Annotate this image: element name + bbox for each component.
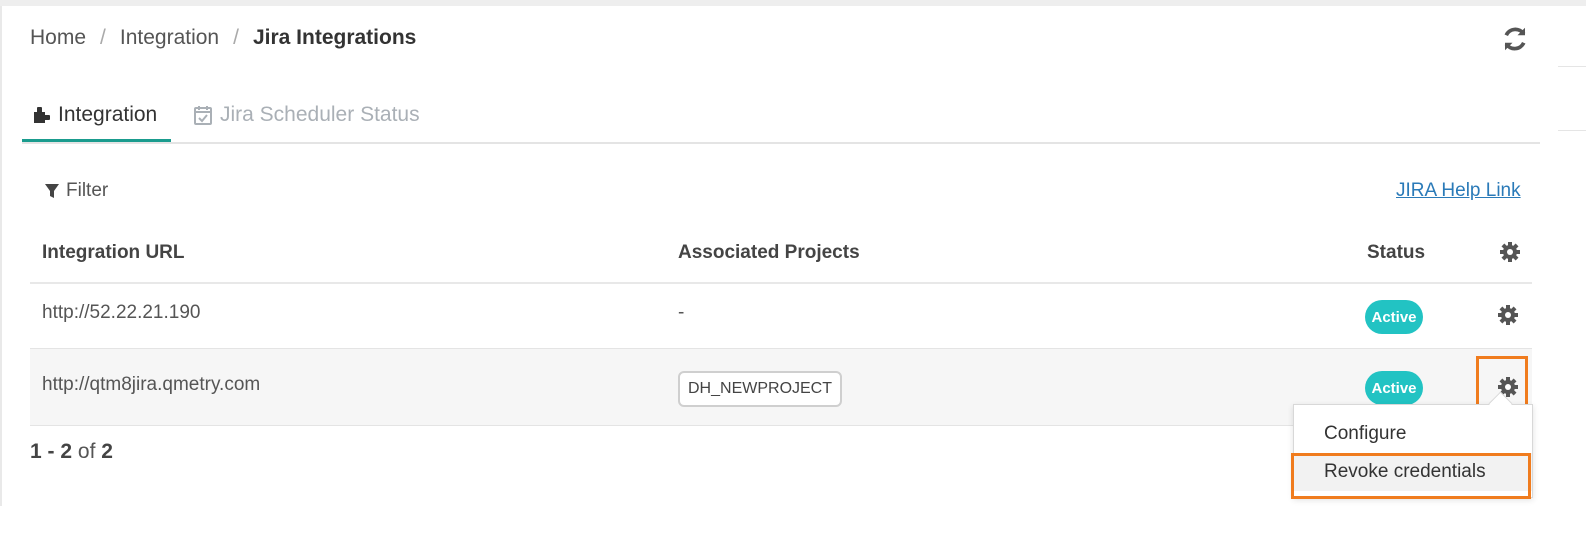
table-row: http://52.22.21.190 - Active (30, 284, 1532, 349)
column-header-status: Status (1367, 242, 1426, 263)
pagination-of: of (77, 440, 96, 463)
configure-menu-item[interactable]: Configure (1294, 415, 1532, 453)
integration-url: http://qtm8jira.qmetry.com (42, 374, 261, 395)
status-badge: Active (1365, 371, 1423, 405)
gear-icon[interactable] (1498, 305, 1518, 325)
filter-button[interactable]: Filter (44, 180, 108, 202)
pagination-summary: 1 - 2 of 2 (30, 440, 113, 464)
divider-line (1558, 66, 1586, 67)
window-left-border (0, 6, 2, 506)
row-actions-menu: Configure Revoke credentials (1293, 404, 1533, 498)
pagination-from: 1 (30, 440, 42, 463)
jira-help-link[interactable]: JIRA Help Link (1396, 180, 1521, 202)
integration-url: http://52.22.21.190 (42, 302, 201, 323)
pagination-total: 2 (101, 440, 113, 463)
status-badge: Active (1365, 300, 1423, 334)
tab-label: Jira Scheduler Status (220, 103, 420, 126)
tab-bar: Integration Jira Scheduler Status (22, 90, 1540, 144)
breadcrumb-separator: / (100, 26, 106, 49)
project-tag: DH_NEWPROJECT (678, 371, 843, 407)
pagination-to: 2 (60, 440, 73, 463)
calendar-check-icon (194, 106, 212, 125)
revoke-credentials-menu-item[interactable]: Revoke credentials (1294, 453, 1532, 491)
refresh-button[interactable] (1500, 24, 1530, 54)
breadcrumb-home[interactable]: Home (30, 26, 86, 50)
refresh-icon (1504, 27, 1526, 51)
associated-projects: - (678, 302, 685, 323)
puzzle-icon (34, 106, 50, 123)
pagination-dash: - (47, 440, 55, 463)
integrations-table: Integration URL Associated Projects Stat… (30, 226, 1532, 426)
tab-jira-scheduler-status[interactable]: Jira Scheduler Status (192, 90, 420, 140)
window-top-border (0, 0, 1586, 6)
breadcrumb-integration[interactable]: Integration (120, 26, 219, 50)
divider-line (1558, 130, 1586, 131)
column-header-projects: Associated Projects (678, 242, 860, 263)
filter-label: Filter (66, 180, 109, 201)
breadcrumb-separator: / (233, 26, 239, 49)
page-title: Jira Integrations (252, 26, 417, 49)
gear-icon[interactable] (1500, 242, 1520, 262)
tab-label: Integration (58, 102, 158, 126)
table-header: Integration URL Associated Projects Stat… (30, 226, 1532, 284)
tab-integration[interactable]: Integration (22, 90, 171, 142)
column-header-url: Integration URL (42, 242, 185, 263)
breadcrumb: Home / Integration / Jira Integrations (30, 26, 416, 50)
filter-icon (45, 184, 59, 198)
